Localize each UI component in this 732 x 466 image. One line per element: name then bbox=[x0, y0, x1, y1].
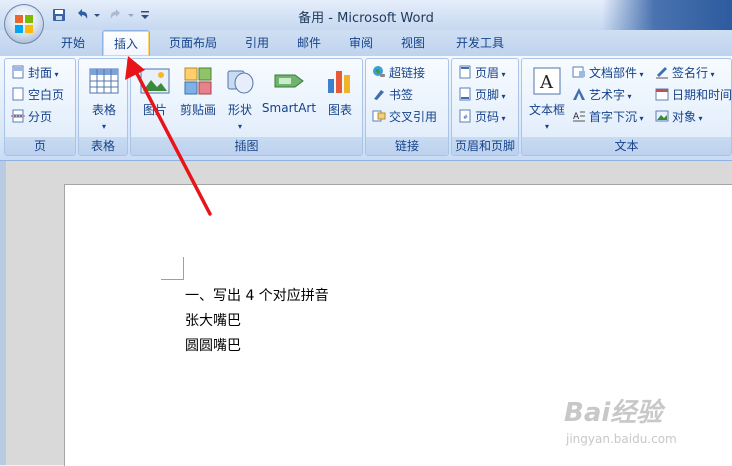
chevron-down-icon: ▾ bbox=[499, 70, 506, 79]
blank-page-icon bbox=[12, 87, 24, 101]
chevron-down-icon: ▾ bbox=[696, 114, 703, 123]
header-button[interactable]: 页眉 ▾ bbox=[458, 63, 506, 83]
quick-parts-button[interactable]: 文档部件 ▾ bbox=[572, 63, 644, 83]
group-header-footer: 页眉 ▾ 页脚 ▾ # 页码 ▾ 页眉和页脚 bbox=[451, 58, 519, 156]
signature-icon bbox=[656, 67, 668, 79]
chart-button[interactable]: 图表 bbox=[321, 65, 359, 118]
group-label-header-footer: 页眉和页脚 bbox=[452, 137, 518, 155]
cover-page-button[interactable]: 封面 ▾ bbox=[11, 63, 59, 83]
margin-marker bbox=[161, 257, 184, 280]
drop-cap-icon: A bbox=[573, 111, 585, 122]
quick-parts-icon bbox=[572, 66, 585, 78]
smartart-button[interactable]: SmartArt bbox=[259, 65, 319, 115]
clipart-icon bbox=[184, 67, 212, 95]
date-time-button[interactable]: 日期和时间 bbox=[655, 85, 732, 105]
svg-text:#: # bbox=[463, 114, 468, 121]
cross-reference-icon bbox=[372, 110, 386, 122]
footer-button[interactable]: 页脚 ▾ bbox=[458, 85, 506, 105]
wordart-icon bbox=[573, 88, 585, 100]
chevron-down-icon: ▾ bbox=[499, 114, 506, 123]
tab-view[interactable]: 视图 bbox=[390, 30, 436, 56]
redo-icon[interactable] bbox=[108, 7, 124, 23]
textbox-icon: A bbox=[533, 67, 561, 95]
group-label-illustrations: 插图 bbox=[131, 137, 362, 155]
chevron-down-icon: ▾ bbox=[625, 92, 632, 101]
ribbon: 封面 ▾ 空白页 分页 页 表格 ▾ 表格 图片 剪贴画 形状 ▾ SmartA… bbox=[0, 56, 732, 161]
tab-mailings[interactable]: 邮件 bbox=[286, 30, 332, 56]
textbox-button[interactable]: A 文本框 ▾ bbox=[524, 65, 570, 132]
tab-insert[interactable]: 插入 bbox=[102, 30, 150, 56]
customize-toolbar-icon[interactable] bbox=[140, 7, 150, 23]
cross-reference-button[interactable]: 交叉引用 bbox=[372, 107, 437, 127]
document-line[interactable]: 一、写出 4 个对应拼音 bbox=[185, 285, 329, 305]
ribbon-tabs: 开始 插入 页面布局 引用 邮件 审阅 视图 开发工具 bbox=[0, 30, 732, 56]
picture-button[interactable]: 图片 bbox=[135, 65, 175, 118]
bookmark-button[interactable]: 书签 bbox=[372, 85, 413, 105]
object-icon bbox=[655, 110, 669, 122]
chevron-down-icon: ▾ bbox=[708, 70, 715, 79]
group-label-text: 文本 bbox=[522, 137, 731, 155]
page-break-button[interactable]: 分页 bbox=[11, 107, 52, 127]
vertical-ruler bbox=[0, 161, 6, 465]
signature-line-button[interactable]: 签名行 ▾ bbox=[655, 63, 715, 83]
picture-icon bbox=[140, 68, 170, 94]
tab-home[interactable]: 开始 bbox=[50, 30, 96, 56]
tab-review[interactable]: 审阅 bbox=[338, 30, 384, 56]
svg-text:A: A bbox=[539, 72, 554, 93]
group-links: 超链接 书签 交叉引用 链接 bbox=[365, 58, 449, 156]
chevron-down-icon: ▾ bbox=[544, 122, 549, 131]
object-button[interactable]: 对象 ▾ bbox=[655, 107, 703, 127]
office-logo-icon bbox=[15, 15, 33, 33]
tab-developer[interactable]: 开发工具 bbox=[444, 30, 516, 56]
title-bar: 备用 - Microsoft Word bbox=[0, 0, 732, 56]
table-icon bbox=[89, 68, 119, 94]
tab-references[interactable]: 引用 bbox=[234, 30, 280, 56]
drop-cap-button[interactable]: A 首字下沉 ▾ bbox=[572, 107, 644, 127]
group-illustrations: 图片 剪贴画 形状 ▾ SmartArt 图表 插图 bbox=[130, 58, 363, 156]
hyperlink-button[interactable]: 超链接 bbox=[372, 63, 425, 83]
watermark-logo-text: Bai经验 bbox=[564, 398, 663, 428]
undo-icon[interactable] bbox=[74, 7, 90, 23]
chevron-down-icon: ▾ bbox=[52, 70, 59, 79]
group-text: A 文本框 ▾ 文档部件 ▾ 艺术字 ▾ A 首字下沉 ▾ 签名行 ▾ 日期和时间 … bbox=[521, 58, 732, 156]
chevron-down-icon: ▾ bbox=[637, 70, 644, 79]
shapes-button[interactable]: 形状 ▾ bbox=[221, 65, 259, 132]
chevron-down-icon: ▾ bbox=[499, 92, 506, 101]
cover-page-icon bbox=[12, 65, 24, 79]
clipart-button[interactable]: 剪贴画 bbox=[177, 65, 219, 118]
chart-icon bbox=[328, 71, 350, 93]
smartart-icon bbox=[274, 74, 304, 88]
redo-dropdown-icon[interactable] bbox=[127, 7, 135, 23]
chevron-down-icon: ▾ bbox=[637, 114, 644, 123]
document-line[interactable]: 圆圆嘴巴 bbox=[185, 335, 241, 355]
wordart-button[interactable]: 艺术字 ▾ bbox=[572, 85, 632, 105]
chevron-down-icon: ▾ bbox=[237, 122, 242, 131]
tab-page-layout[interactable]: 页面布局 bbox=[158, 30, 228, 56]
watermark-url: jingyan.baidu.com bbox=[566, 432, 677, 446]
baidu-watermark: Bai经验 jingyan.baidu.com bbox=[560, 392, 720, 462]
group-label-pages: 页 bbox=[5, 137, 75, 155]
calendar-icon bbox=[655, 88, 669, 101]
group-label-links: 链接 bbox=[366, 137, 448, 155]
globe-link-icon bbox=[373, 66, 385, 77]
document-line[interactable]: 张大嘴巴 bbox=[185, 310, 241, 330]
group-pages: 封面 ▾ 空白页 分页 页 bbox=[4, 58, 76, 156]
page-number-icon: # bbox=[459, 109, 471, 123]
save-icon[interactable] bbox=[52, 7, 66, 23]
header-icon bbox=[459, 65, 471, 79]
table-button[interactable]: 表格 ▾ bbox=[83, 65, 125, 132]
group-label-tables: 表格 bbox=[79, 137, 127, 155]
shapes-icon bbox=[227, 70, 254, 94]
bookmark-icon bbox=[374, 90, 384, 100]
page-break-icon bbox=[11, 109, 25, 123]
page-number-button[interactable]: # 页码 ▾ bbox=[458, 107, 506, 127]
undo-dropdown-icon[interactable] bbox=[93, 7, 101, 23]
office-button[interactable] bbox=[4, 4, 44, 44]
blank-page-button[interactable]: 空白页 bbox=[11, 85, 64, 105]
footer-icon bbox=[459, 87, 471, 101]
chevron-down-icon: ▾ bbox=[101, 122, 106, 131]
group-tables: 表格 ▾ 表格 bbox=[78, 58, 128, 156]
